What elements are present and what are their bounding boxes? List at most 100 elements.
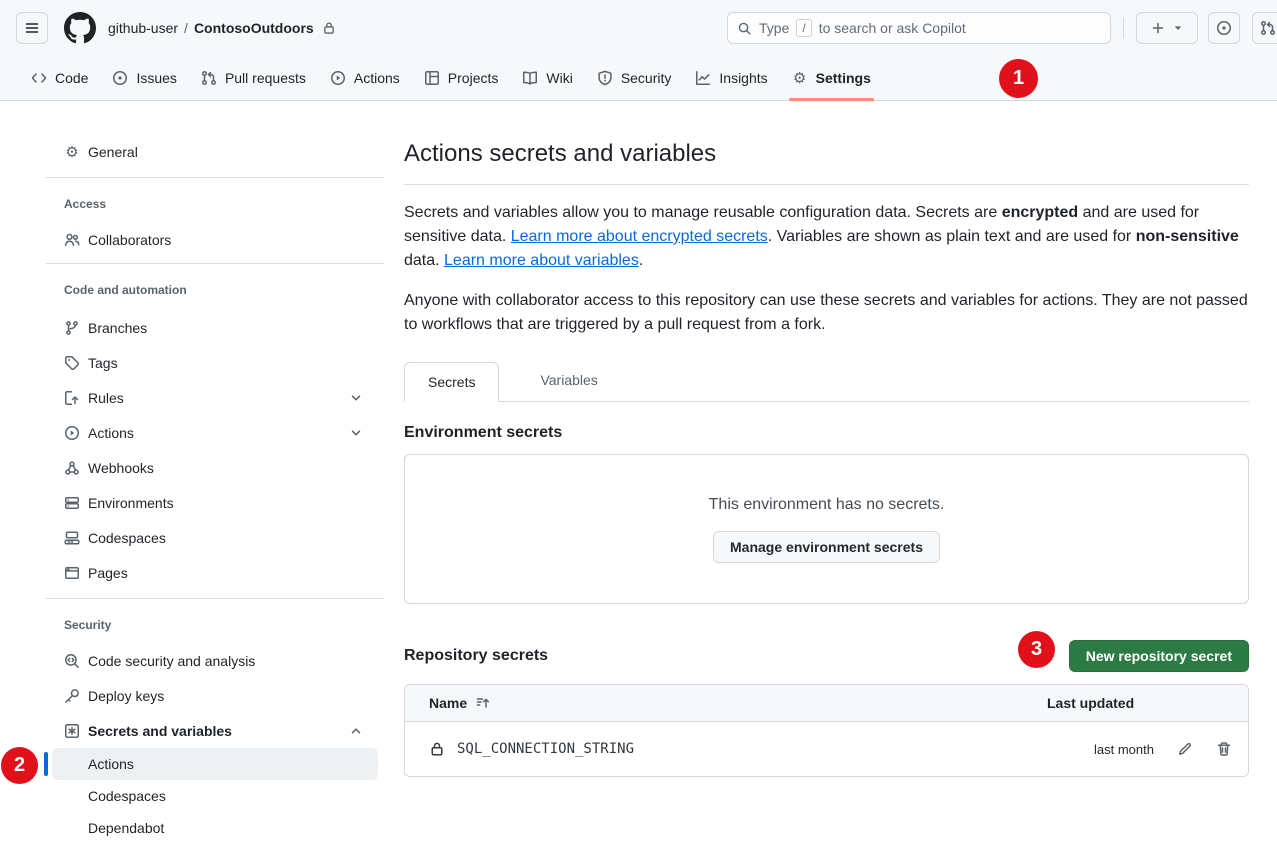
sidebar-item-branches[interactable]: Branches xyxy=(52,310,378,345)
tab-pull-requests[interactable]: Pull requests xyxy=(192,56,315,101)
tab-settings[interactable]: ⚙ Settings xyxy=(783,56,880,101)
sidebar-section-access: Access xyxy=(64,194,378,214)
sidebar-subitem-dependabot[interactable]: Dependabot xyxy=(52,812,378,844)
settings-content: Actions secrets and variables Secrets an… xyxy=(404,138,1249,777)
sidebar-item-label: Deploy keys xyxy=(88,688,164,704)
breadcrumb-owner[interactable]: github-user xyxy=(108,20,178,36)
sidebar-item-label: Environments xyxy=(88,495,174,511)
sidebar-item-deploy-keys[interactable]: Deploy keys xyxy=(52,678,378,713)
play-icon xyxy=(330,70,346,86)
git-branch-icon xyxy=(64,320,80,336)
tab-projects[interactable]: Projects xyxy=(415,56,508,101)
tab-issues[interactable]: Issues xyxy=(103,56,185,101)
hamburger-menu-button[interactable] xyxy=(16,12,48,44)
tab-code[interactable]: Code xyxy=(22,56,97,101)
intro-text: Secrets and variables allow you to manag… xyxy=(404,204,1002,221)
tab-insights[interactable]: Insights xyxy=(686,56,776,101)
table-header-row: Name Last updated xyxy=(405,685,1248,721)
gear-icon: ⚙ xyxy=(64,144,80,160)
git-pull-request-icon xyxy=(1260,20,1276,36)
secret-actions-cell: last month xyxy=(1047,741,1232,757)
secret-name: SQL_CONNECTION_STRING xyxy=(457,741,634,757)
sidebar-subitem-label: Dependabot xyxy=(88,820,164,836)
global-search-input[interactable]: Type / to search or ask Copilot xyxy=(727,12,1111,44)
server-icon xyxy=(64,495,80,511)
sidebar-item-label: Code security and analysis xyxy=(88,653,255,669)
tab-wiki[interactable]: Wiki xyxy=(513,56,581,101)
header-divider xyxy=(1123,18,1124,38)
sidebar-item-rules[interactable]: Rules xyxy=(52,380,378,415)
sidebar-item-secrets-and-variables[interactable]: Secrets and variables xyxy=(52,713,378,748)
tab-secrets[interactable]: Secrets xyxy=(404,362,499,402)
sidebar-section-code-automation: Code and automation xyxy=(64,280,378,300)
play-icon xyxy=(64,425,80,441)
tab-actions[interactable]: Actions xyxy=(321,56,409,101)
tab-label: Code xyxy=(55,70,88,86)
tab-label: Insights xyxy=(719,70,767,86)
sidebar-subitem-codespaces[interactable]: Codespaces xyxy=(52,780,378,812)
intro-text: . xyxy=(639,252,643,269)
sidebar-subitem-label: Actions xyxy=(88,756,134,772)
issues-dashboard-button[interactable] xyxy=(1208,12,1240,44)
sidebar-item-tags[interactable]: Tags xyxy=(52,345,378,380)
tab-label: Actions xyxy=(354,70,400,86)
page-title: Actions secrets and variables xyxy=(404,138,1249,185)
delete-secret-button[interactable] xyxy=(1216,741,1232,757)
link-encrypted-secrets[interactable]: Learn more about encrypted secrets xyxy=(511,228,768,245)
sidebar-item-label: Codespaces xyxy=(88,530,166,546)
sidebar-item-webhooks[interactable]: Webhooks xyxy=(52,450,378,485)
plus-icon xyxy=(1150,20,1166,36)
sidebar-subitem-actions[interactable]: Actions xyxy=(52,748,378,780)
edit-secret-button[interactable] xyxy=(1177,741,1193,757)
search-placeholder-suffix: to search or ask Copilot xyxy=(819,20,966,36)
global-header: github-user / ContosoOutdoors Type / to … xyxy=(0,0,1277,56)
sidebar-item-label: Rules xyxy=(88,390,124,406)
sidebar-item-code-security[interactable]: Code security and analysis xyxy=(52,643,378,678)
sidebar-item-label: Webhooks xyxy=(88,460,154,476)
search-icon xyxy=(737,21,752,36)
chevron-down-icon[interactable] xyxy=(348,390,364,406)
sidebar-item-actions[interactable]: Actions xyxy=(52,415,378,450)
sidebar-item-label: Pages xyxy=(88,565,128,581)
key-icon xyxy=(64,688,80,704)
sidebar-item-codespaces[interactable]: Codespaces xyxy=(52,520,378,555)
book-icon xyxy=(522,70,538,86)
secrets-variables-tabnav: Secrets Variables xyxy=(404,361,1249,402)
tab-security[interactable]: Security xyxy=(588,56,681,101)
new-repository-secret-button[interactable]: New repository secret xyxy=(1069,640,1249,672)
sidebar-item-label: Actions xyxy=(88,425,134,441)
secret-name-cell: SQL_CONNECTION_STRING xyxy=(421,741,1047,757)
tab-variables[interactable]: Variables xyxy=(517,361,620,401)
table-row: SQL_CONNECTION_STRING last month xyxy=(405,721,1248,776)
sidebar-item-general[interactable]: ⚙ General xyxy=(52,134,378,169)
repository-secrets-table: Name Last updated SQL_CONNECTION_STRING … xyxy=(404,684,1249,777)
create-new-button[interactable] xyxy=(1136,12,1198,44)
pull-requests-dashboard-button[interactable] xyxy=(1252,12,1277,44)
sort-ascending-icon xyxy=(475,695,491,711)
link-variables[interactable]: Learn more about variables xyxy=(444,252,639,269)
asterisk-box-icon xyxy=(64,723,80,739)
private-repo-lock-icon xyxy=(322,21,336,35)
github-logo[interactable] xyxy=(64,12,96,44)
last-updated-column-header: Last updated xyxy=(1047,695,1232,711)
sidebar-divider xyxy=(46,598,384,599)
search-placeholder-prefix: Type xyxy=(759,20,789,36)
manage-environment-secrets-button[interactable]: Manage environment secrets xyxy=(713,531,940,563)
browser-icon xyxy=(64,565,80,581)
tab-label: Security xyxy=(621,70,672,86)
sidebar-divider xyxy=(46,177,384,178)
sidebar-item-pages[interactable]: Pages xyxy=(52,555,378,590)
sidebar-item-environments[interactable]: Environments xyxy=(52,485,378,520)
name-column-header[interactable]: Name xyxy=(421,695,1047,711)
sidebar-item-label: Secrets and variables xyxy=(88,723,232,739)
chevron-down-icon[interactable] xyxy=(348,425,364,441)
annotation-step-3: 3 xyxy=(1018,631,1055,668)
breadcrumb-repo[interactable]: ContosoOutdoors xyxy=(194,20,314,36)
git-pull-request-icon xyxy=(201,70,217,86)
sidebar-section-security: Security xyxy=(64,615,378,635)
breadcrumb: github-user / ContosoOutdoors xyxy=(108,20,336,36)
webhook-icon xyxy=(64,460,80,476)
tab-label: Settings xyxy=(816,70,871,86)
sidebar-item-collaborators[interactable]: Collaborators xyxy=(52,222,378,257)
chevron-up-icon[interactable] xyxy=(348,723,364,739)
